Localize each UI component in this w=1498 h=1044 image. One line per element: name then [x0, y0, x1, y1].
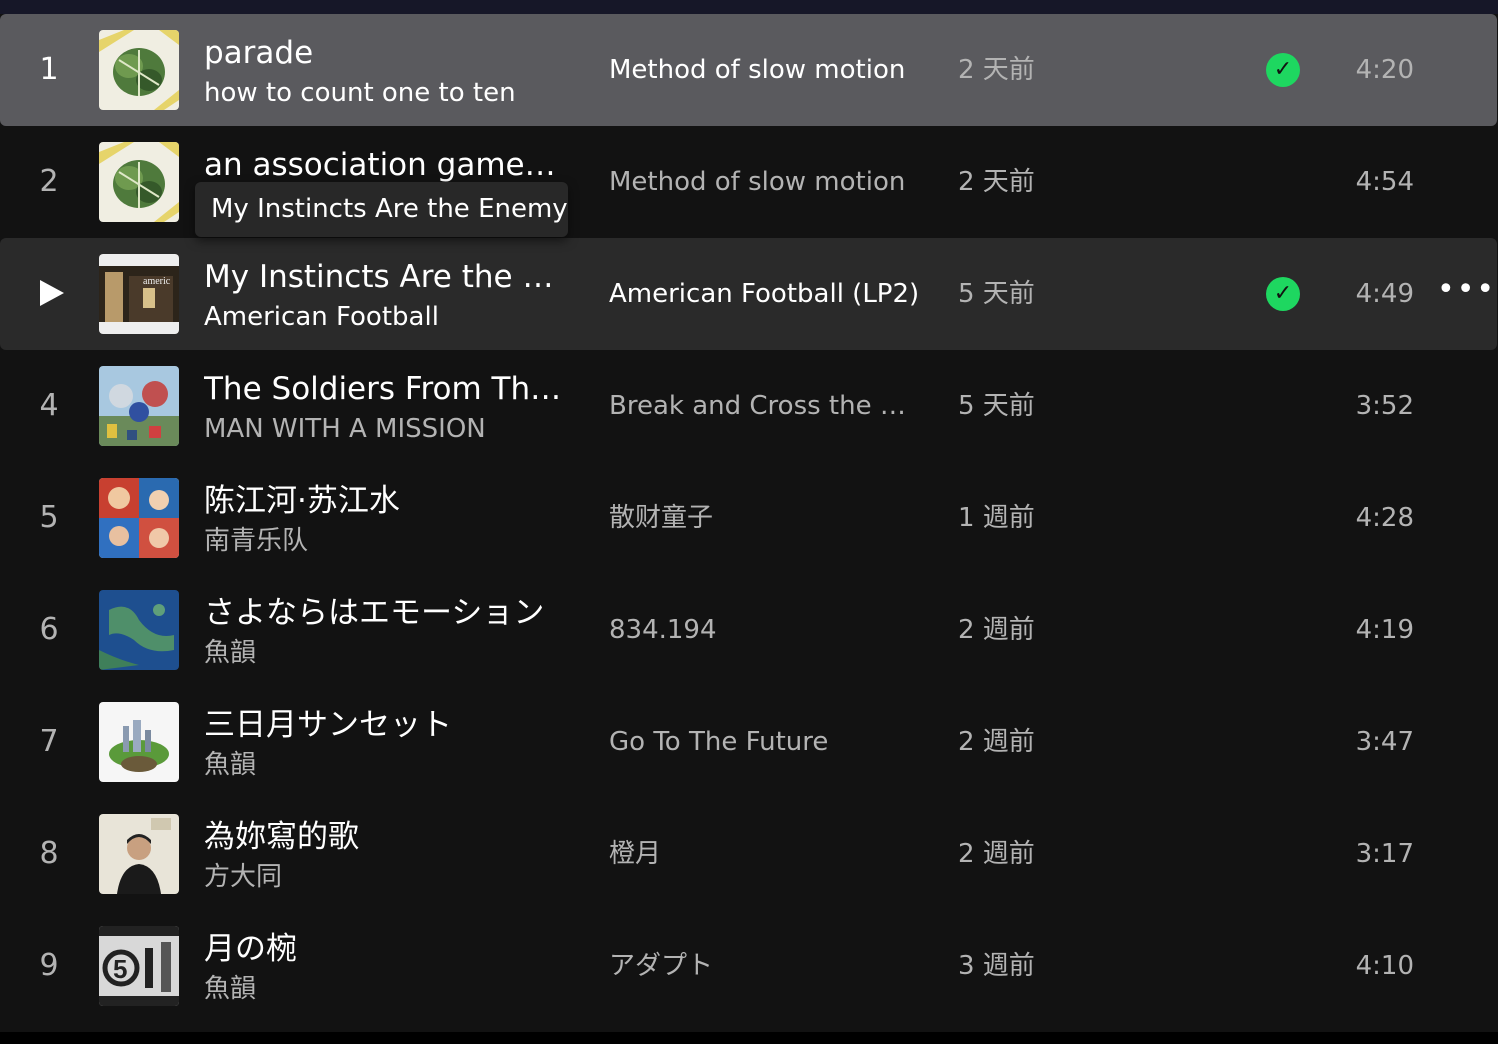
album-art[interactable] — [99, 142, 179, 222]
track-number: 6 — [39, 612, 59, 647]
svg-text:americ: americ — [143, 276, 171, 287]
title-tooltip: My Instincts Are the Enemy — [195, 182, 568, 237]
track-artist[interactable]: 魚韻 — [204, 973, 564, 1005]
top-bar — [0, 0, 1498, 14]
date-added: 2 週前 — [958, 839, 1035, 869]
track-artist[interactable]: 魚韻 — [204, 637, 564, 669]
track-album[interactable]: Go To The Future — [609, 686, 929, 798]
track-duration: 3:17 — [1355, 839, 1414, 869]
date-added: 2 週前 — [958, 727, 1035, 757]
track-album[interactable]: 橙月 — [609, 798, 929, 910]
track-album[interactable]: Break and Cross the Wa... — [609, 350, 929, 462]
date-added: 3 週前 — [958, 951, 1035, 981]
track-duration: 3:52 — [1355, 391, 1414, 421]
track-title[interactable]: parade — [204, 34, 564, 72]
check-circle-icon[interactable]: ✓ — [1266, 53, 1300, 87]
bottom-bar — [0, 1032, 1498, 1044]
track-title[interactable]: 三日月サンセット — [204, 706, 564, 744]
track-list: 1 parade how to count one to ten Method of … — [0, 14, 1498, 1022]
date-added: 2 天前 — [958, 167, 1035, 197]
track-duration: 3:47 — [1355, 727, 1414, 757]
track-album[interactable]: American Football (LP2) — [609, 238, 929, 350]
track-title[interactable]: My Instincts Are the En... — [204, 258, 564, 296]
track-duration: 4:28 — [1355, 503, 1414, 533]
album-art[interactable]: americ — [99, 254, 179, 334]
album-art[interactable] — [99, 814, 179, 894]
play-icon[interactable] — [40, 280, 64, 306]
track-artist[interactable]: 方大同 — [204, 861, 564, 893]
date-added: 5 天前 — [958, 391, 1035, 421]
track-title[interactable]: さよならはエモーション — [204, 594, 564, 632]
track-duration: 4:20 — [1355, 55, 1414, 85]
album-art[interactable] — [99, 366, 179, 446]
track-title[interactable]: 月の椀 — [204, 930, 564, 968]
track-artist[interactable]: American Football — [204, 301, 564, 333]
more-options-icon[interactable]: ••• — [1437, 238, 1496, 350]
track-title[interactable]: 為妳寫的歌 — [204, 818, 564, 856]
date-added: 5 天前 — [958, 279, 1035, 309]
track-number: 2 — [39, 164, 59, 199]
track-number: 8 — [39, 836, 59, 871]
track-album[interactable]: Method of slow motion — [609, 14, 929, 126]
track-number: 9 — [39, 948, 59, 983]
svg-text:5: 5 — [113, 954, 127, 984]
track-album[interactable]: 834.194 — [609, 574, 929, 686]
track-row[interactable]: 8 為妳寫的歌方大同 橙月 2 週前 3:17 — [0, 798, 1497, 910]
track-number: 5 — [39, 500, 59, 535]
date-added: 2 天前 — [958, 55, 1035, 85]
track-artist[interactable]: MAN WITH A MISSION — [204, 413, 564, 445]
album-art[interactable] — [99, 478, 179, 558]
track-title[interactable]: 陈江河·苏江水 — [204, 482, 564, 520]
track-album[interactable]: 散财童子 — [609, 462, 929, 574]
album-art[interactable] — [99, 702, 179, 782]
date-added: 2 週前 — [958, 615, 1035, 645]
track-number: 4 — [39, 388, 59, 423]
track-duration: 4:54 — [1355, 167, 1414, 197]
track-row[interactable]: 5 陈江河·苏江水南青乐队 散财童子 1 週前 4:28 — [0, 462, 1497, 574]
track-title[interactable]: The Soldiers From The ... — [204, 370, 564, 408]
track-title[interactable]: an association game+1 — [204, 146, 564, 184]
track-row[interactable]: 1 parade how to count one to ten Method of … — [0, 14, 1497, 126]
track-artist[interactable]: 南青乐队 — [204, 525, 564, 557]
date-added: 1 週前 — [958, 503, 1035, 533]
track-row[interactable]: 9 5 月の椀魚韻 アダプト 3 週前 4:10 — [0, 910, 1497, 1022]
track-row[interactable]: 4 The Soldiers From The ... MAN WITH A MIS… — [0, 350, 1497, 462]
track-artist[interactable]: how to count one to ten — [204, 77, 564, 109]
check-circle-icon[interactable]: ✓ — [1266, 277, 1300, 311]
album-art[interactable]: 5 — [99, 926, 179, 1006]
track-number: 1 — [39, 52, 59, 87]
track-album[interactable]: Method of slow motion — [609, 126, 929, 238]
track-duration: 4:19 — [1355, 615, 1414, 645]
track-duration: 4:49 — [1355, 279, 1414, 309]
track-album[interactable]: アダプト — [609, 910, 929, 1022]
track-artist[interactable]: 魚韻 — [204, 749, 564, 781]
track-row[interactable]: americ My Instincts Are the En... American… — [0, 238, 1497, 350]
track-row[interactable]: 6 さよならはエモーション魚韻 834.194 2 週前 4:19 — [0, 574, 1497, 686]
track-duration: 4:10 — [1355, 951, 1414, 981]
track-number: 7 — [39, 724, 59, 759]
album-art[interactable] — [99, 30, 179, 110]
album-art[interactable] — [99, 590, 179, 670]
track-row[interactable]: 7 三日月サンセット魚韻 Go To The Future 2 週前 3:47 — [0, 686, 1497, 798]
